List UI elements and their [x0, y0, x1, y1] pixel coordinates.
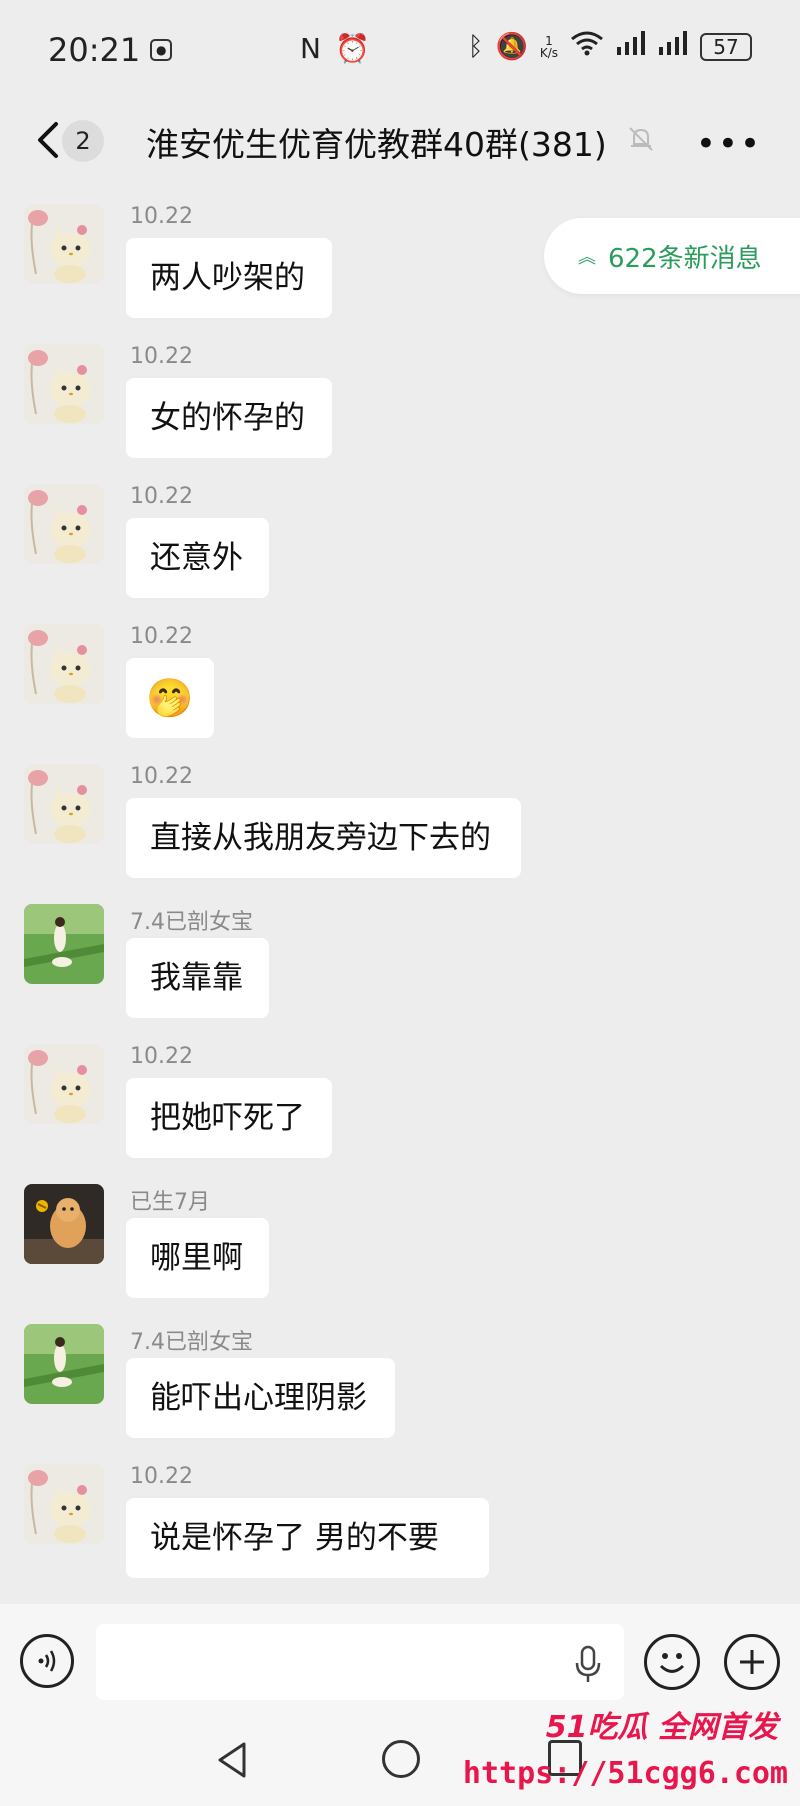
sender-name: 10.22 [130, 764, 193, 789]
field-avatar-icon [24, 1324, 104, 1404]
watermark: 51吃瓜 全网首发 https://51cgg6.com [463, 1700, 788, 1800]
triangle-back-icon [218, 1742, 246, 1778]
wifi-icon [570, 30, 604, 63]
alarm-icon: ⏰ [334, 32, 370, 65]
message-bubble[interactable]: 直接从我朋友旁边下去的 [126, 798, 521, 878]
cat-avatar-icon [24, 764, 104, 844]
message-row: 7.4已剖女宝能吓出心理阴影 [0, 1310, 800, 1450]
nav-back-button[interactable] [212, 1738, 252, 1782]
nfc-icon: N [300, 32, 321, 65]
cat-avatar-icon [24, 1464, 104, 1544]
new-messages-pill[interactable]: ︽ 622条新消息 [544, 218, 800, 294]
more-actions-button[interactable] [724, 1634, 780, 1690]
blushing-emoji-icon: 🤭 [146, 676, 194, 720]
voice-icon [38, 1650, 56, 1672]
network-speed: 1 K/s [539, 33, 558, 60]
dog-avatar-icon [24, 1184, 104, 1264]
cat-avatar-icon [24, 624, 104, 704]
nav-home-button[interactable] [382, 1740, 420, 1778]
sender-name: 10.22 [130, 624, 193, 649]
chat-title: 淮安优生优育优教群40群(381) [146, 125, 607, 164]
message-bubble[interactable]: 女的怀孕的 [126, 378, 332, 458]
sender-avatar[interactable] [24, 1324, 104, 1404]
message-row: 10.22 直接从我朋友旁边下去的 [0, 750, 800, 890]
message-bubble[interactable]: 哪里啊 [126, 1218, 269, 1298]
message-list[interactable]: 10.22 两人吵架的 10.22 女的怀孕的 10.22 还意外 10.22 🤭 10.22 直… [0, 190, 800, 1600]
sender-name: 10.22 [130, 344, 193, 369]
emoji-message-bubble[interactable]: 🤭 [126, 658, 214, 738]
cat-avatar-icon [24, 1044, 104, 1124]
message-bubble[interactable]: 把她吓死了 [126, 1078, 332, 1158]
message-bubble[interactable]: 两人吵架的 [126, 238, 332, 318]
sender-name: 7.4已剖女宝 [130, 1330, 253, 1355]
message-bubble[interactable]: 还意外 [126, 518, 269, 598]
signal-icon-1 [616, 31, 646, 62]
sender-name: 7.4已剖女宝 [130, 910, 253, 935]
unread-count-badge: 2 [62, 120, 104, 162]
new-messages-label: 622条新消息 [608, 243, 762, 274]
message-row: 已生7月哪里啊 [0, 1170, 800, 1310]
mute-bell-icon: 🔕 [495, 31, 528, 62]
sender-name: 已生7月 [130, 1190, 210, 1215]
sender-avatar[interactable] [24, 624, 104, 704]
message-row: 10.22 说是怀孕了 男的不要 [0, 1450, 800, 1590]
cat-avatar-icon [24, 204, 104, 284]
sender-avatar[interactable] [24, 1464, 104, 1544]
status-mid-icons: N ⏰ [300, 32, 370, 65]
message-row: 10.22 把她吓死了 [0, 1030, 800, 1170]
voice-input-button[interactable] [20, 1634, 74, 1688]
microphone-icon[interactable] [570, 1644, 606, 1684]
sender-name: 10.22 [130, 1464, 193, 1489]
record-icon: ● [150, 39, 173, 61]
sender-avatar[interactable] [24, 904, 104, 984]
cat-avatar-icon [24, 344, 104, 424]
sender-avatar[interactable] [24, 344, 104, 424]
message-bubble[interactable]: 能吓出心理阴影 [126, 1358, 395, 1438]
message-bubble[interactable]: 说是怀孕了 男的不要 [126, 1498, 489, 1578]
sender-avatar[interactable] [24, 1044, 104, 1124]
sender-avatar[interactable] [24, 204, 104, 284]
sender-name: 10.22 [130, 204, 193, 229]
watermark-brand: 51吃瓜 全网首发 [545, 1710, 778, 1745]
message-row: 10.22 女的怀孕的 [0, 330, 800, 470]
message-row: 10.22 还意外 [0, 470, 800, 610]
sender-avatar[interactable] [24, 764, 104, 844]
smiley-icon [659, 1653, 685, 1673]
message-input[interactable] [96, 1624, 624, 1700]
signal-icon-2 [658, 31, 688, 62]
plus-icon [740, 1650, 764, 1674]
cat-avatar-icon [24, 484, 104, 564]
muted-bell-icon [626, 124, 656, 154]
message-row: 7.4已剖女宝我靠靠 [0, 890, 800, 1030]
emoji-button[interactable] [644, 1634, 700, 1690]
message-row: 10.22 🤭 [0, 610, 800, 750]
status-right-icons: ᛒ 🔕 1 K/s 57 [468, 30, 752, 63]
sender-name: 10.22 [130, 1044, 193, 1069]
sender-avatar[interactable] [24, 484, 104, 564]
field-avatar-icon [24, 904, 104, 984]
status-bar: 20:21 ● N ⏰ ᛒ 🔕 1 K/s 57 [0, 0, 800, 100]
bluetooth-icon: ᛒ [467, 31, 484, 62]
sender-avatar[interactable] [24, 1184, 104, 1264]
message-bubble[interactable]: 我靠靠 [126, 938, 269, 1018]
double-chevron-up-icon: ︽ [578, 247, 596, 268]
battery-icon: 57 [700, 32, 752, 61]
status-time: 20:21 [48, 31, 141, 69]
sender-name: 10.22 [130, 484, 193, 509]
chat-header: 2 淮安优生优育优教群40群(381) ••• [0, 100, 800, 180]
more-options-button[interactable]: ••• [696, 124, 762, 164]
watermark-url: https://51cgg6.com [462, 1756, 788, 1791]
